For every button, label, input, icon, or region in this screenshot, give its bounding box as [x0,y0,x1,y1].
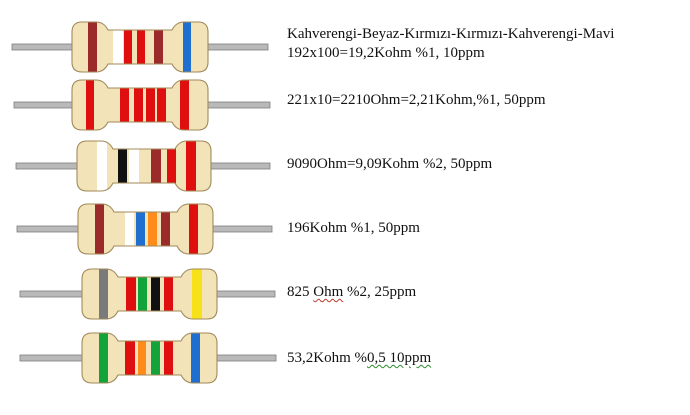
color-band-2 [126,269,136,319]
color-band-2 [118,141,127,191]
resistor-2 [13,79,271,131]
color-band-4 [151,141,161,191]
color-band-5 [154,22,163,72]
resistor-4 [16,203,273,255]
color-band-5 [164,269,173,319]
color-band-6 [191,333,200,383]
color-band-6 [189,204,198,254]
color-band-3 [136,204,145,254]
color-band-4 [151,269,160,319]
resistor-1 [11,21,269,73]
resistor-caption-5: 825 Ohm %2, 25ppm [287,283,416,302]
resistor-5 [19,268,276,320]
color-band-5 [161,204,170,254]
color-band-5 [164,333,173,383]
color-band-1 [99,269,108,319]
color-band-6 [183,22,191,72]
caption-line: 196Kohm %1, 50ppm [287,220,420,236]
color-band-2 [125,333,135,383]
color-band-1 [88,22,97,72]
color-band-6 [180,80,189,130]
resistor-6 [19,332,277,384]
color-band-6 [192,269,202,319]
color-band-3 [138,333,146,383]
color-band-1 [95,204,104,254]
resistor-caption-3: 9090Ohm=9,09Kohm %2, 50ppm [287,155,492,174]
resistor-caption-6: 53,2Kohm %0,5 10ppm [287,349,431,368]
color-band-4 [137,22,145,72]
caption-line: 221x10=2210Ohm=2,21Kohm,%1, 50ppm [287,92,546,108]
color-band-3 [138,269,147,319]
color-band-1 [97,141,107,191]
color-band-6 [186,141,196,191]
color-band-2 [113,22,123,72]
color-band-4 [148,204,157,254]
caption-line: 192x100=19,2Kohm %1, 10ppm [287,45,485,61]
color-band-3 [134,80,143,130]
color-band-1 [99,333,108,383]
caption-line: Kahverengi-Beyaz-Kırmızı-Kırmızı-Kahvere… [287,26,615,42]
color-band-2 [125,204,134,254]
color-band-3 [129,141,139,191]
color-band-2 [120,80,129,130]
color-band-4 [151,333,160,383]
resistor-caption-2: 221x10=2210Ohm=2,21Kohm,%1, 50ppm [287,91,546,110]
resistor-caption-1: Kahverengi-Beyaz-Kırmızı-Kırmızı-Kahvere… [287,25,614,63]
color-band-3 [124,22,132,72]
color-band-4 [146,80,155,130]
caption-line: 825 Ohm %2, 25ppm [287,284,417,300]
color-band-1 [86,80,94,130]
resistor-3 [15,140,271,192]
color-band-5 [157,80,166,130]
caption-line: 53,2Kohm %0,5 10ppm [287,350,432,366]
color-band-5 [167,141,176,191]
caption-line: 9090Ohm=9,09Kohm %2, 50ppm [287,156,493,172]
resistor-caption-4: 196Kohm %1, 50ppm [287,219,420,238]
